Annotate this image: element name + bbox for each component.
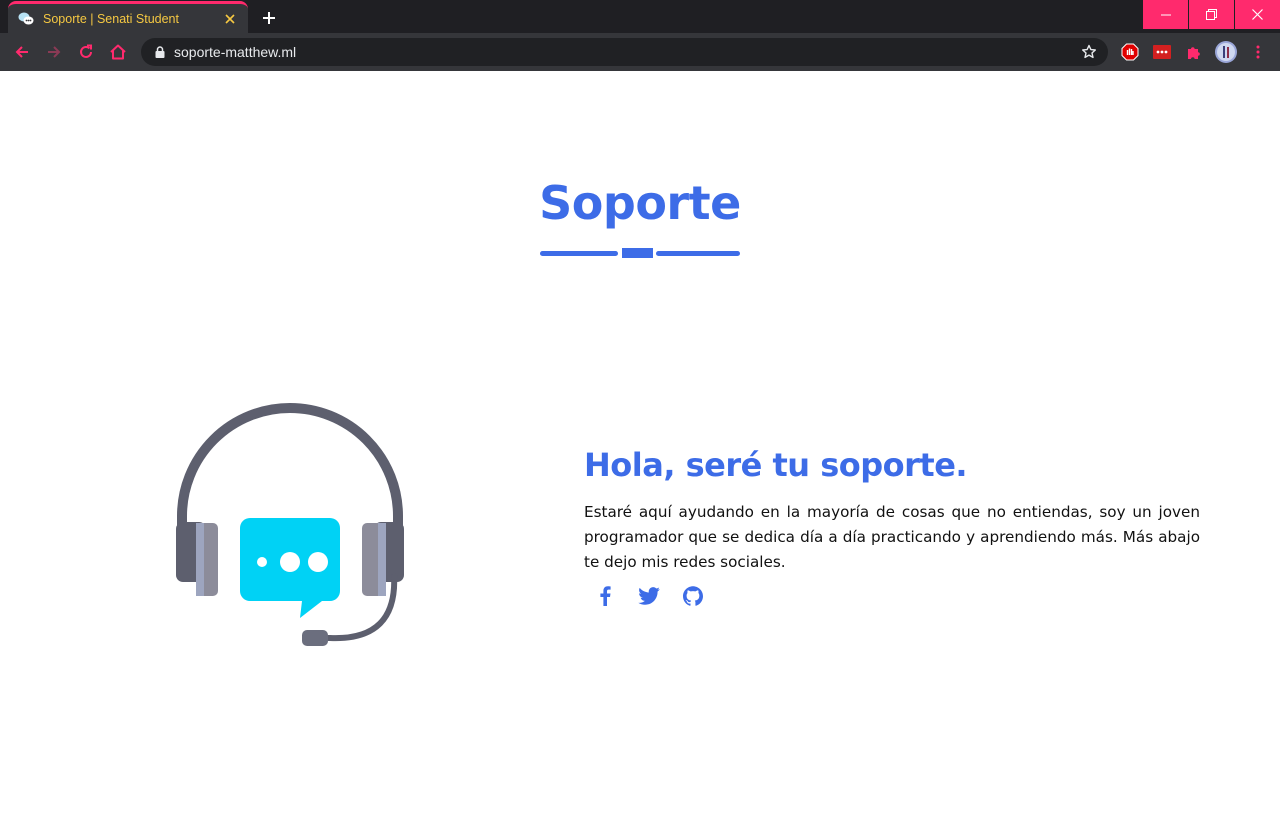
bookmark-star-icon[interactable] bbox=[1080, 43, 1098, 61]
reload-button[interactable] bbox=[74, 40, 98, 64]
tab-close-icon[interactable] bbox=[222, 11, 238, 27]
support-headline: Hola, seré tu soporte. bbox=[584, 446, 968, 484]
browser-tab[interactable]: Soporte | Senati Student bbox=[8, 1, 248, 33]
back-button[interactable] bbox=[10, 40, 34, 64]
adblock-extension-icon[interactable] bbox=[1119, 41, 1141, 63]
minimize-button[interactable] bbox=[1143, 0, 1188, 29]
lock-icon[interactable] bbox=[153, 45, 167, 59]
page-content: Soporte Hola, seré tu soporte. Estaré aq… bbox=[0, 71, 1280, 815]
tab-favicon-icon bbox=[18, 11, 34, 27]
home-button[interactable] bbox=[106, 40, 130, 64]
extensions-puzzle-icon[interactable] bbox=[1183, 41, 1205, 63]
support-headset-icon bbox=[170, 396, 410, 651]
social-links bbox=[584, 585, 1200, 607]
password-extension-icon[interactable] bbox=[1151, 41, 1173, 63]
forward-button[interactable] bbox=[42, 40, 66, 64]
facebook-icon[interactable] bbox=[594, 585, 616, 607]
section-title: Soporte bbox=[539, 176, 741, 230]
close-window-button[interactable] bbox=[1235, 0, 1280, 29]
profile-avatar[interactable] bbox=[1215, 41, 1237, 63]
browser-menu-icon[interactable] bbox=[1247, 41, 1269, 63]
title-underline bbox=[540, 248, 740, 258]
browser-titlebar: Soporte | Senati Student bbox=[0, 0, 1280, 33]
restore-button[interactable] bbox=[1189, 0, 1234, 29]
new-tab-button[interactable] bbox=[257, 6, 281, 30]
support-description: Estaré aquí ayudando en la mayoría de co… bbox=[584, 503, 1200, 571]
underline-right-bar bbox=[656, 251, 740, 256]
url-text: soporte-matthew.ml bbox=[174, 44, 297, 60]
underline-center-block bbox=[622, 248, 653, 258]
browser-toolbar: soporte-matthew.ml bbox=[0, 33, 1280, 71]
twitter-icon[interactable] bbox=[638, 585, 660, 607]
underline-left-bar bbox=[540, 251, 618, 256]
github-icon[interactable] bbox=[682, 585, 704, 607]
address-bar[interactable]: soporte-matthew.ml bbox=[141, 38, 1108, 66]
support-content: Hola, seré tu soporte. Estaré aquí ayuda… bbox=[584, 446, 1200, 607]
tab-title: Soporte | Senati Student bbox=[43, 11, 179, 26]
